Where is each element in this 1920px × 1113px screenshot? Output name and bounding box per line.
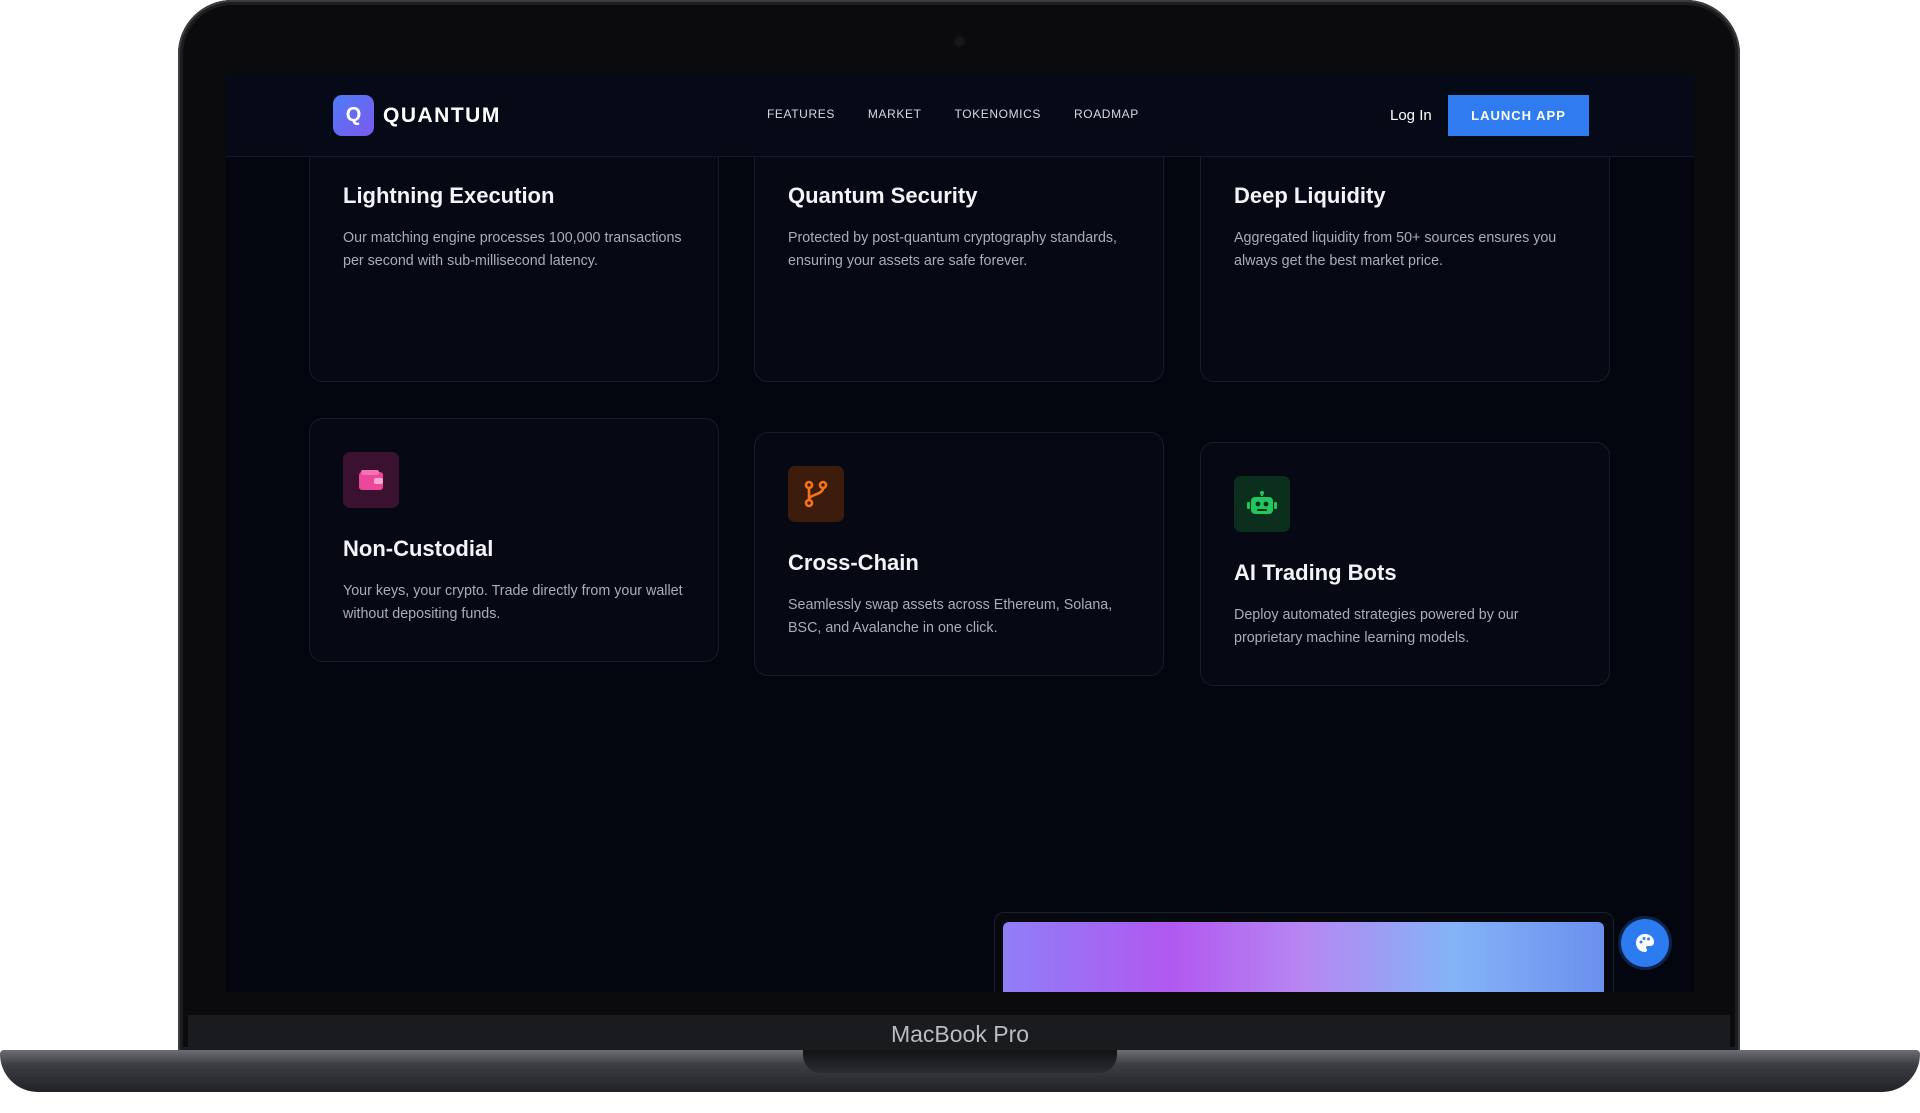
feature-card-cross-chain: Cross-Chain Seamlessly swap assets acros… <box>754 432 1164 676</box>
theme-palette-button[interactable] <box>1621 919 1669 967</box>
login-link[interactable]: Log In <box>1390 107 1432 124</box>
git-branch-icon <box>788 466 844 522</box>
feature-title: Non-Custodial <box>343 536 494 561</box>
device-label: MacBook Pro <box>890 1021 1030 1047</box>
feature-description: Deploy automated strategies powered by o… <box>1234 607 1519 646</box>
laptop-notch <box>803 1050 1117 1073</box>
feature-title: Lightning Execution <box>343 183 555 208</box>
feature-card-non-custodial: Non-Custodial Your keys, your crypto. Tr… <box>309 418 719 662</box>
app-screen: Lightning Execution Our matching engine … <box>226 74 1694 992</box>
feature-title: Deep Liquidity <box>1234 183 1386 208</box>
palette-icon <box>1636 934 1654 952</box>
feature-card-ai-bots: AI Trading Bots Deploy automated strateg… <box>1200 442 1610 686</box>
feature-title: Quantum Security <box>788 183 978 208</box>
nav-link-roadmap[interactable]: ROADMAP <box>1074 107 1139 121</box>
feature-title: AI Trading Bots <box>1234 560 1397 585</box>
brand-logo[interactable]: Q QUANTUM <box>333 95 501 136</box>
logo-text: QUANTUM <box>383 103 501 127</box>
top-navbar: Q QUANTUM FEATURES MARKET TOKENOMICS ROA… <box>226 74 1694 157</box>
logo-mark-icon: Q <box>333 95 374 136</box>
launch-app-button[interactable]: LAUNCH APP <box>1448 95 1589 136</box>
nav-link-tokenomics[interactable]: TOKENOMICS <box>955 107 1041 121</box>
feature-description: Our matching engine processes 100,000 tr… <box>343 230 682 269</box>
nav-links: FEATURES MARKET TOKENOMICS ROADMAP <box>767 107 1139 121</box>
gradient-preview <box>1003 922 1604 992</box>
feature-description: Aggregated liquidity from 50+ sources en… <box>1234 230 1557 269</box>
wallet-icon <box>343 452 399 508</box>
nav-link-features[interactable]: FEATURES <box>767 107 835 121</box>
webcam <box>955 37 964 46</box>
feature-title: Cross-Chain <box>788 550 919 575</box>
feature-description: Seamlessly swap assets across Ethereum, … <box>788 597 1113 636</box>
feature-description: Your keys, your crypto. Trade directly f… <box>343 583 683 622</box>
feature-description: Protected by post-quantum cryptography s… <box>788 230 1118 269</box>
nav-link-market[interactable]: MARKET <box>868 107 922 121</box>
robot-icon <box>1234 476 1290 532</box>
